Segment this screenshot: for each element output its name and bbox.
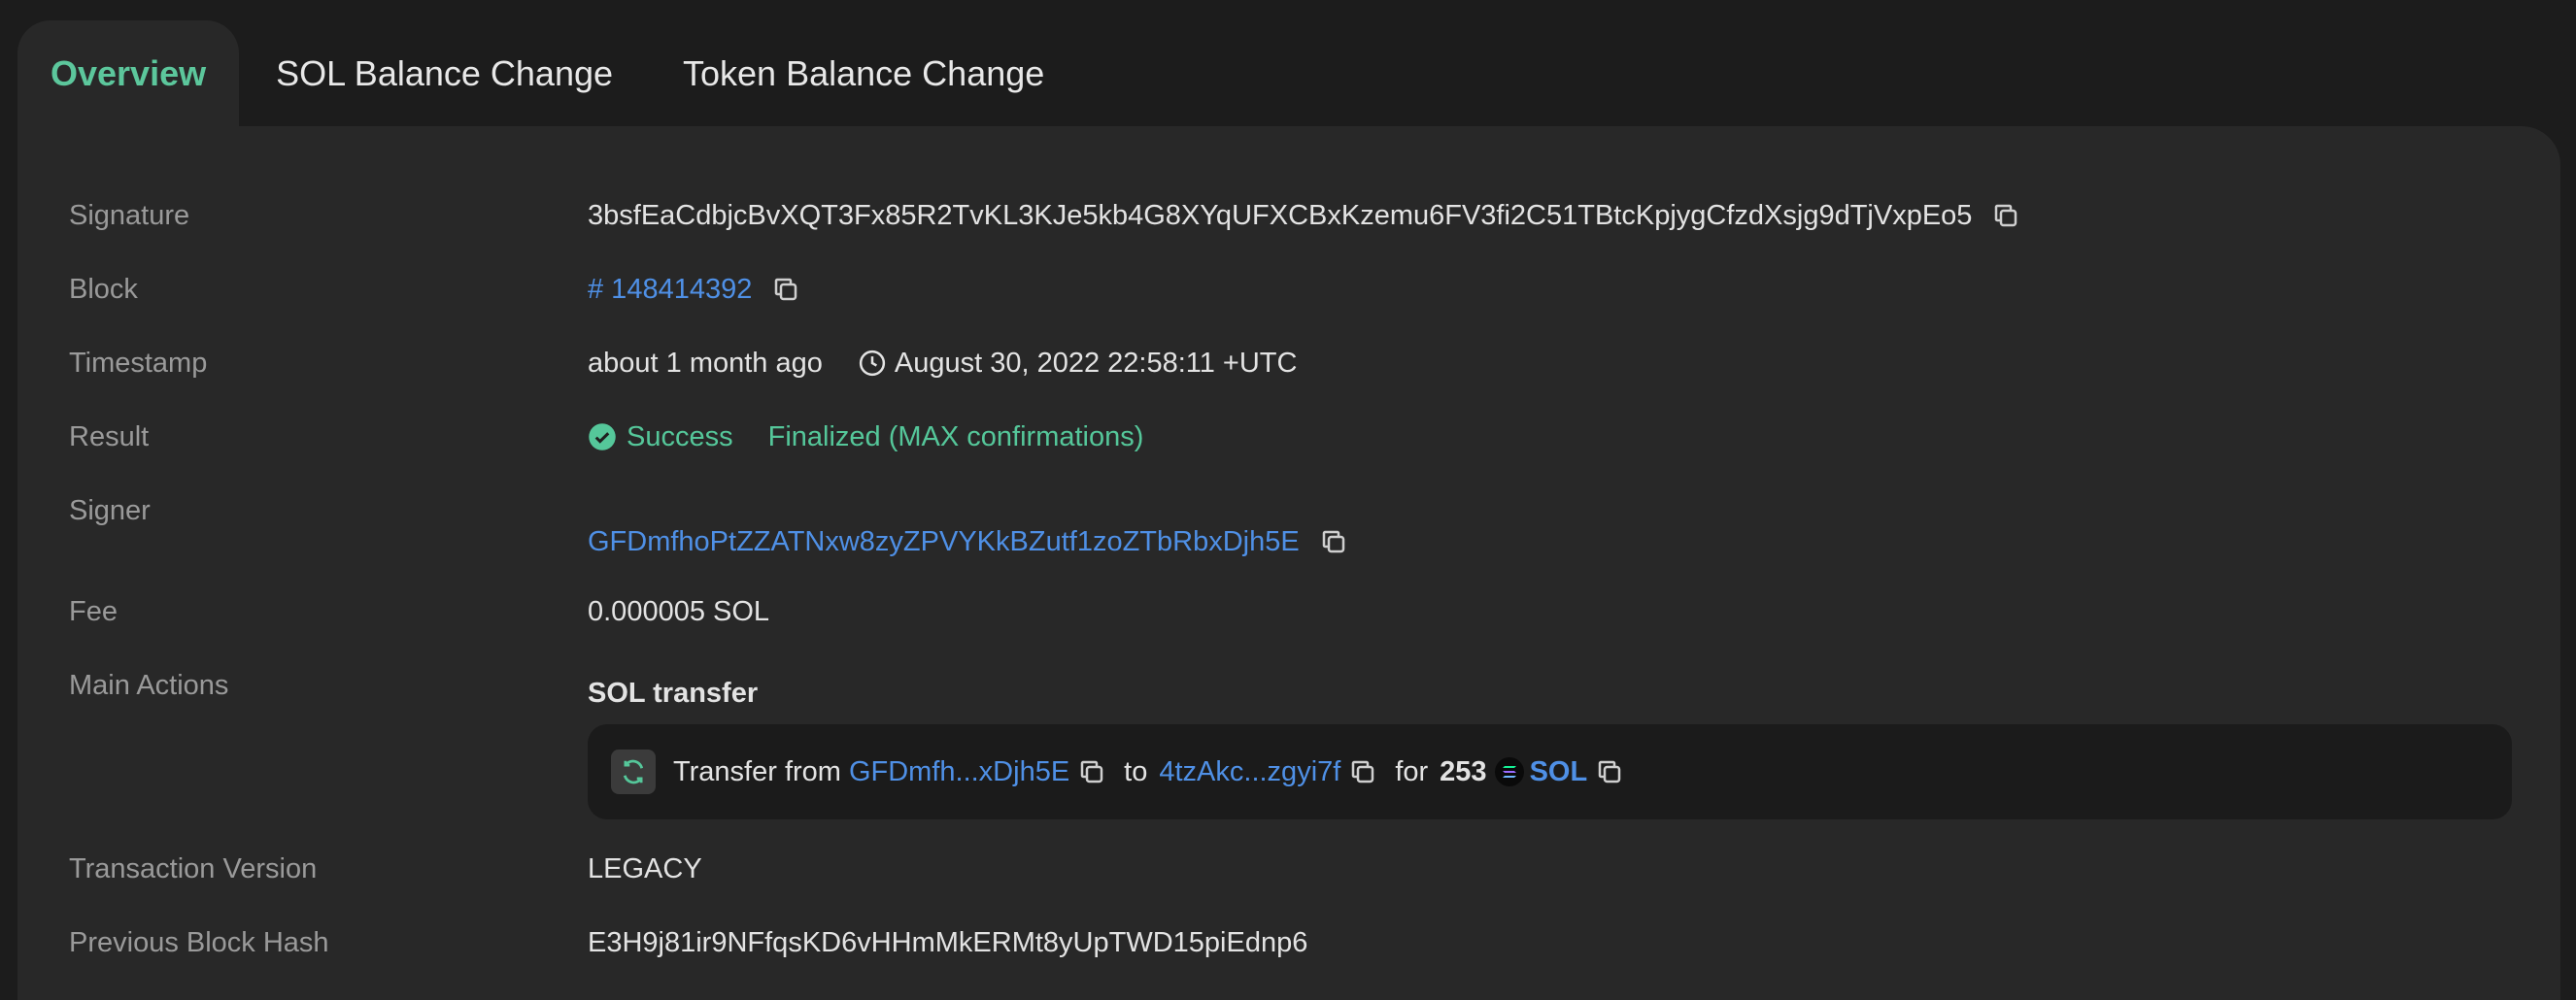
transfer-to-link[interactable]: 4tzAkc...zgyi7f [1159, 756, 1340, 788]
result-label: Result [69, 421, 150, 452]
tab-token-balance-change[interactable]: Token Balance Change [683, 20, 1044, 127]
block-link[interactable]: # 148414392 [588, 270, 752, 309]
check-circle-icon [589, 423, 616, 450]
result-value-group: Success Finalized (MAX confirmations) [588, 417, 1143, 456]
transfer-token-link[interactable]: SOL [1530, 756, 1588, 788]
tx-version-value: LEGACY [588, 853, 702, 884]
signature-label: Signature [69, 200, 190, 231]
timestamp-relative: about 1 month ago [588, 348, 823, 379]
copy-icon[interactable] [1991, 201, 2020, 230]
copy-icon[interactable] [771, 275, 800, 304]
overview-panel: Signature 3bsfEaCdbjcBvXQT3Fx85R2TvKL3KJ… [17, 126, 2560, 1000]
transfer-prefix: Transfer from [673, 755, 841, 787]
transfer-from-link[interactable]: GFDmfh...xDjh5E [849, 756, 1069, 788]
copy-icon[interactable] [1595, 757, 1624, 786]
timestamp-label: Timestamp [69, 348, 208, 379]
tab-bar: Overview SOL Balance Change Token Balanc… [17, 20, 1044, 127]
transfer-action-box: Transfer from GFDmfh...xDjh5E to 4tzAkc.… [588, 724, 2512, 819]
fee-label: Fee [69, 596, 118, 627]
action-title: SOL transfer [588, 678, 759, 709]
main-actions-label: Main Actions [69, 670, 229, 701]
signer-label: Signer [69, 495, 151, 526]
tx-version-label: Transaction Version [69, 853, 318, 884]
signature-value-group: 3bsfEaCdbjcBvXQT3Fx85R2TvKL3KJe5kb4G8XYq… [588, 196, 2020, 235]
copy-icon[interactable] [1348, 757, 1377, 786]
transfer-to-word: to [1124, 755, 1148, 787]
block-label: Block [69, 274, 138, 305]
timestamp-absolute: August 30, 2022 22:58:11 +UTC [894, 348, 1298, 379]
result-finality: Finalized (MAX confirmations) [767, 421, 1144, 452]
prev-hash-label: Previous Block Hash [69, 927, 329, 958]
solana-logo-icon [1494, 757, 1524, 786]
copy-icon[interactable] [1319, 527, 1348, 556]
prev-hash-value: E3H9j81ir9NFfqsKD6vHHmMkERMt8yUpTWD15piE… [588, 927, 1308, 958]
transfer-icon [611, 750, 656, 794]
tab-overview[interactable]: Overview [17, 20, 240, 127]
fee-value: 0.000005 SOL [588, 596, 770, 627]
signer-value-group: GFDmfhoPtZZATNxw8zyZPVYKkBZutf1zoZTbRbxD… [588, 522, 1348, 561]
signature-value: 3bsfEaCdbjcBvXQT3Fx85R2TvKL3KJe5kb4G8XYq… [588, 200, 1973, 231]
result-status: Success [627, 421, 733, 452]
tab-sol-balance-change[interactable]: SOL Balance Change [276, 20, 613, 127]
clock-icon [859, 350, 885, 377]
copy-icon[interactable] [1077, 757, 1106, 786]
transfer-for-word: for [1395, 755, 1429, 787]
transfer-amount: 253 [1440, 755, 1487, 787]
block-value-group: # 148414392 [588, 270, 800, 309]
signer-link[interactable]: GFDmfhoPtZZATNxw8zyZPVYKkBZutf1zoZTbRbxD… [588, 522, 1300, 561]
timestamp-value-group: about 1 month ago August 30, 2022 22:58:… [588, 344, 1297, 383]
